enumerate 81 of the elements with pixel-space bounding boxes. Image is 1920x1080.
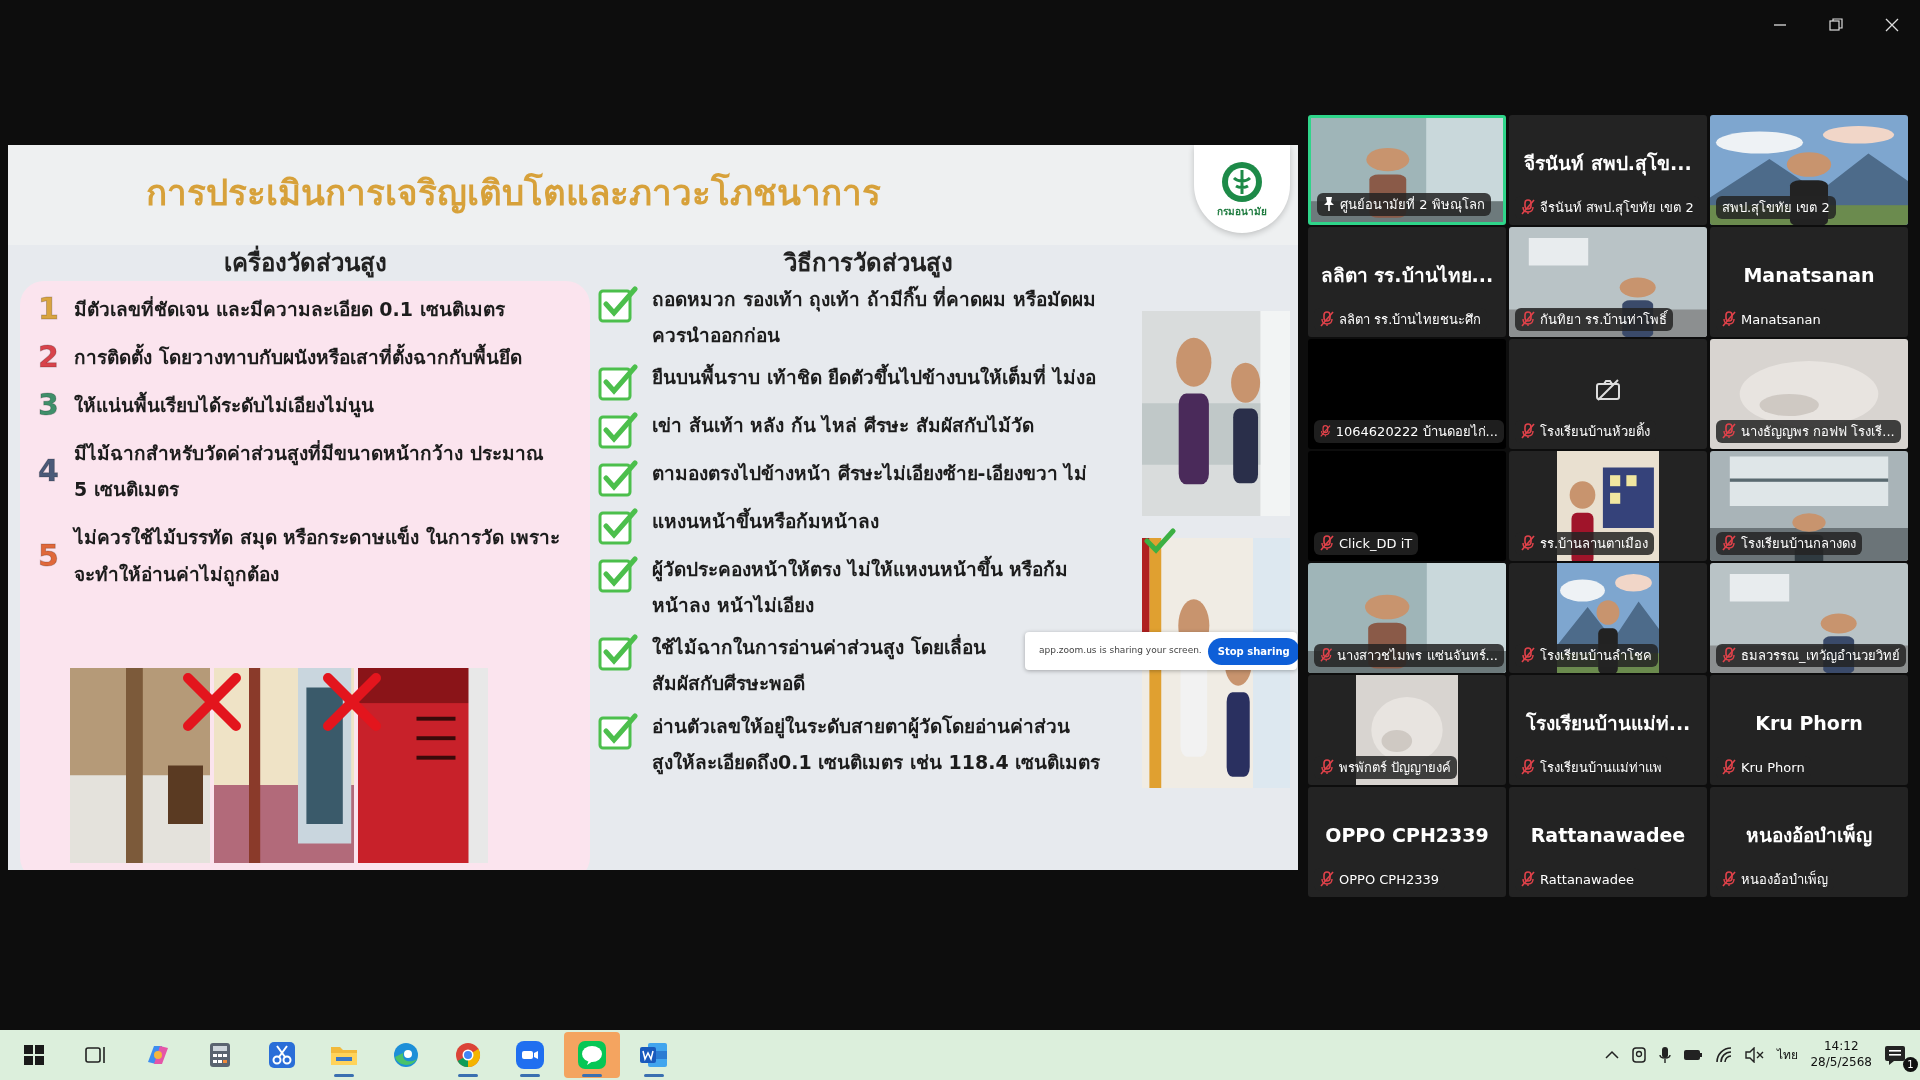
participant-name: หนองอ้อบำเพ็ญ xyxy=(1745,822,1873,849)
clock[interactable]: 14:12 28/5/2568 xyxy=(1810,1039,1872,1071)
number-label: 5 xyxy=(38,540,60,571)
participant-label: ธมลวรรณ_เทวัญอำนวยวิทย์ xyxy=(1741,646,1900,665)
language-indicator[interactable]: ไทย xyxy=(1777,1046,1799,1064)
check-icon xyxy=(1144,528,1176,554)
requirement-text: การติดตั้ง โดยวางทาบกับผนังหรือเสาที่ตั้งฉากกับพื้นยึด xyxy=(74,339,522,376)
participant-name: Manatsanan xyxy=(1742,263,1876,288)
participant-label: ศูนย์อนามัยที่ 2 พิษณุโลก xyxy=(1340,195,1485,214)
participant-label: รร.บ้านลานตาเมือง xyxy=(1540,534,1649,553)
participant-label: Manatsanan xyxy=(1741,310,1821,329)
task-view-icon xyxy=(85,1045,107,1065)
number-label: 3 xyxy=(38,390,60,421)
close-icon[interactable] xyxy=(1885,18,1899,32)
participant-label: นางสาวชไมพร แซ่นจันทร์... xyxy=(1337,646,1498,665)
participant-label: ลลิตา รร.บ้านไทยชนะศึก xyxy=(1339,310,1482,329)
participant-label: โรงเรียนบ้านกลางดง xyxy=(1741,534,1856,553)
banner-message: app.zoom.us is sharing your screen. xyxy=(1039,644,1202,658)
camera-off-icon xyxy=(1595,378,1621,401)
notification-count: 1 xyxy=(1903,1057,1918,1072)
step-text: ใช้ไม้ฉากในการอ่านค่าส่วนสูง โดยเลื่อน สัมผัสกับศีรษะพอดี xyxy=(652,633,986,697)
participant-label: โรงเรียนบ้านห้วยติ้ง xyxy=(1540,421,1650,441)
section-heading: เครื่องวัดส่วนสูง xyxy=(20,245,590,281)
participant-label: โรงเรียนบ้านลำโชค xyxy=(1540,646,1652,665)
time-text: 14:12 xyxy=(1823,1039,1859,1055)
step-text: ตามองตรงไปข้างหน้า ศีรษะไม่เอียงซ้าย-เอียงขวา ไม่ xyxy=(652,461,1088,487)
wifi-icon[interactable] xyxy=(1715,1047,1734,1063)
requirement-text: มีไม้ฉากสำหรับวัดค่าส่วนสูงที่มีขนาดหน้ากว้าง ประมาณ 5 เซนติเมตร xyxy=(74,439,544,503)
edge-icon xyxy=(393,1042,419,1068)
participant-label: OPPO CPH2339 xyxy=(1339,870,1440,889)
cross-icon xyxy=(322,672,382,732)
notification-icon[interactable] xyxy=(1884,1044,1906,1066)
logo-text: กรมอนามัย xyxy=(1217,204,1267,219)
windows-icon xyxy=(24,1045,44,1065)
chevron-up-icon[interactable] xyxy=(1605,1050,1620,1060)
step-text: ผู้วัดประคองหน้าให้ตรง ไม่ให้แหงนหน้าขึ้น หรือก้ม หน้าลง หน้าไม่เอียง xyxy=(652,551,1069,624)
camera-icon[interactable] xyxy=(1631,1046,1648,1064)
participant-name: OPPO CPH2339 xyxy=(1324,823,1490,848)
participant-label: พรพักตร์ ปัญญายงค์ xyxy=(1339,758,1452,777)
participant-label: Click_DD iT xyxy=(1339,534,1413,553)
participant-name: ลลิตา รร.บ้านไทย... xyxy=(1319,263,1495,288)
scissors-icon xyxy=(269,1042,295,1068)
battery-icon[interactable] xyxy=(1683,1049,1704,1061)
participant-label: โรงเรียนบ้านแม่ท่าแพ xyxy=(1540,758,1662,777)
document-app-icon xyxy=(640,1042,668,1068)
number-label: 2 xyxy=(38,342,60,373)
number-label: 1 xyxy=(38,294,60,325)
microphone-icon[interactable] xyxy=(1659,1046,1672,1064)
participant-label: กันทิยา รร.บ้านท่าโพธิ์ xyxy=(1540,309,1668,329)
step-text: ยืนบนพื้นราบ เท้าชิด ยืดตัวขึ้นไปข้างบนให้เต็มที่ ไม่งอ xyxy=(652,359,1096,396)
step-text: อ่านตัวเลขให้อยู่ในระดับสายตาผู้วัดโดยอ่านค่าส่วน สูงให้ละเอียดถึง0.1 เซนติเมตร เช่น 118.4 เซนติเมตร xyxy=(652,713,1101,777)
slide-title: การประเมินการเจริญเติบโตและภาวะโภชนาการ xyxy=(144,172,882,216)
participant-name: โรงเรียนบ้านแม่ท่... xyxy=(1524,711,1692,736)
chat-app-icon xyxy=(578,1041,606,1069)
restore-icon[interactable] xyxy=(1829,18,1843,32)
emblem-icon xyxy=(1220,159,1264,204)
date-text: 28/5/2568 xyxy=(1810,1055,1872,1071)
participant-label: หนองอ้อบำเพ็ญ xyxy=(1741,869,1828,889)
requirement-text: ไม่ควรใช้ไม้บรรทัด สมุด หรือกระดาษแข็ง ในการวัด เพราะ จะทำให้อ่านค่าไม่ถูกต้อง xyxy=(74,524,561,589)
chrome-icon xyxy=(455,1042,481,1068)
participant-label: นางธัญญพร กอฟฟ โรงเรี... xyxy=(1741,422,1895,441)
participant-name: Rattanawadee xyxy=(1529,823,1687,848)
participant-label: 1064620222 บ้านดอยไก่... xyxy=(1335,422,1498,441)
participant-name: Kru Phorn xyxy=(1754,711,1864,736)
requirement-text: ให้แน่นพื้นเรียบได้ระดับไม่เอียงไม่นูน xyxy=(74,387,374,424)
calculator-icon xyxy=(209,1042,231,1068)
speaker-muted-icon[interactable] xyxy=(1745,1047,1766,1063)
step-text: ถอดหมวก รองเท้า ถุงเท้า ถ้ามีกิ๊บ ที่คาดผม หรือมัดผม ควรนำออกก่อน xyxy=(652,281,1097,354)
participant-name: จีรนันท์ สพป.สุโข... xyxy=(1523,151,1693,178)
step-text: เข่า ส้นเท้า หลัง ก้น ไหล่ ศีรษะ สัมผัสกับไม้วัด xyxy=(652,413,1034,439)
cross-icon xyxy=(182,672,242,732)
section-heading: วิธีการวัดส่วนสูง xyxy=(782,248,954,280)
participant-label: จีรนันท์ สพป.สุโขทัย เขต 2 xyxy=(1540,198,1694,217)
participant-label: Rattanawadee xyxy=(1540,870,1634,889)
camera-app-icon xyxy=(516,1041,544,1069)
stop-sharing-button[interactable]: Stop sharing xyxy=(1207,637,1298,665)
step-text: แหงนหน้าขึ้นหรือก้มหน้าลง xyxy=(652,503,879,540)
number-label: 4 xyxy=(38,456,60,487)
participant-label: สพป.สุโขทัย เขต 2 xyxy=(1722,198,1830,217)
requirement-text: มีตัวเลขที่ชัดเจน และมีความละเอียด 0.1 เซนติเมตร xyxy=(74,295,505,322)
participant-label: Kru Phorn xyxy=(1741,758,1805,777)
